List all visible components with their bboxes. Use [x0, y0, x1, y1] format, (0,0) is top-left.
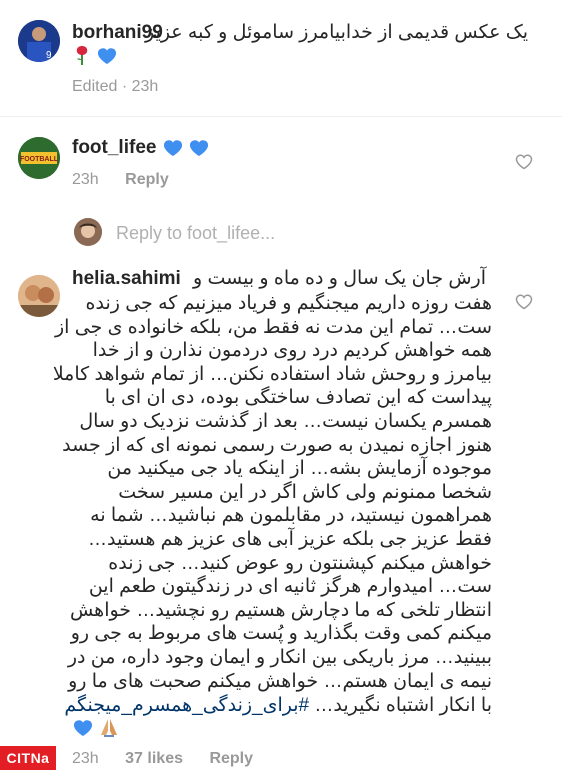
comment-line: هنوز اجازه نمیدن به صورت رسمی نمونه ای ک… [62, 434, 492, 456]
reply-input[interactable]: Reply to foot_lifee... [116, 223, 275, 244]
blue-heart-icon [163, 140, 183, 157]
comment-emojis [72, 44, 118, 68]
comment-line: بیامرز و روحش شاد استفاده نکنن… از تمام … [52, 363, 492, 385]
avatar-borhani99[interactable]: 9 [18, 20, 60, 62]
comment-line: همراهمون نیستید، در مقابلمون هم نباشید… … [90, 505, 492, 527]
comment-line: انتظار تلخی که ما دچارش هستیم رو نچشید… … [69, 599, 492, 621]
comment-time: 23h [131, 78, 159, 95]
avatar-current-user [74, 218, 102, 246]
divider [0, 116, 562, 117]
comment-line: میکنم کمی وقت بگذارید و پُست های مربوط ب… [70, 623, 492, 645]
comment-line: پیداست که این تصادف ساختگی بوده، دی ان ا… [104, 387, 492, 409]
heart-outline-icon[interactable] [514, 151, 534, 171]
svg-text:9: 9 [46, 50, 52, 61]
comment-time: 23h [72, 171, 99, 188]
blue-heart-icon [190, 140, 209, 157]
comment-text-block: هفت روزه داریم میجنگیم و فریاد میزنیم که… [52, 292, 492, 693]
comment-line: هفت روزه داریم میجنگیم و فریاد میزنیم که… [85, 293, 492, 314]
comment-time: 23h [72, 750, 99, 767]
comment-last-line: با انکار اشتباه نگیرید… #برای_زندگی_همسر… [64, 694, 492, 718]
comment-username[interactable]: foot_lifee [72, 137, 156, 159]
comment-text: یک عکس قدیمی از خدابیامرز ساموئل و کبه ع… [145, 22, 528, 43]
comment-line: آرش جان یک سال و ده ماه و بیست و [193, 268, 486, 289]
comment-line: نیمه ی ایمان هستم… خواهش میکنم صحبت های … [68, 670, 492, 692]
heart-outline-icon[interactable] [514, 291, 534, 311]
likes-count[interactable]: 37 likes [125, 750, 183, 767]
svg-text:FOOTBALL: FOOTBALL [20, 156, 59, 163]
reply-button[interactable]: Reply [209, 750, 253, 767]
edited-label: Edited [72, 78, 118, 95]
comment-line: همه خواهش کردیم درد روی دردمون نذارن و ا… [92, 340, 492, 362]
comment-line: فقط عزیز جی بلکه عزیز آبی های عزیز هم هس… [87, 528, 492, 550]
hashtag-link[interactable]: #برای_زندگی_همسرم_میجنگم [64, 695, 309, 716]
comment-emojis [162, 137, 210, 161]
rose-icon [76, 46, 88, 65]
reply-button[interactable]: Reply [125, 171, 169, 188]
blue-heart-icon [73, 720, 93, 737]
comment-line: با انکار اشتباه نگیرید… [314, 695, 492, 716]
blue-heart-icon [98, 48, 117, 65]
comment-emojis [72, 716, 120, 740]
comment-line: ست… تمام این مدت نه فقط من، بلکه خانواده… [54, 316, 492, 338]
comment-line: ست… امیدوارم هرگز ثانیه ای در زندگیتون ط… [88, 576, 492, 598]
comment-username[interactable]: helia.sahimi [72, 268, 181, 290]
comment-line: شخصا ممنونم ولی کاش اگر در این مسیر سخت [118, 481, 492, 503]
comment-line: ببینید… مرز باریکی بین انکار و ایمان وجو… [67, 646, 492, 668]
avatar-helia-sahimi[interactable] [18, 275, 60, 317]
watermark-text: CITNa [6, 750, 50, 766]
avatar-foot-lifee[interactable]: FOOTBALL [18, 137, 60, 179]
comment-meta: 23h Reply [72, 171, 169, 189]
comment-line: خواهش میکنم کپشنتون رو عوض کنید… جی زنده [108, 552, 492, 574]
comment-line: همسرم یکسان نیست… بعد از گذشت نزدیک دو س… [79, 410, 492, 432]
comment-meta: 23h 37 likes Reply [72, 750, 253, 768]
comment-meta: Edited · 23h [72, 78, 159, 95]
praying-hands-icon [101, 719, 118, 737]
watermark-logo: CITNa [0, 746, 56, 770]
comment-line: موجوده آزمایش بشه… از اینکه یاد جی میکنی… [107, 458, 492, 480]
